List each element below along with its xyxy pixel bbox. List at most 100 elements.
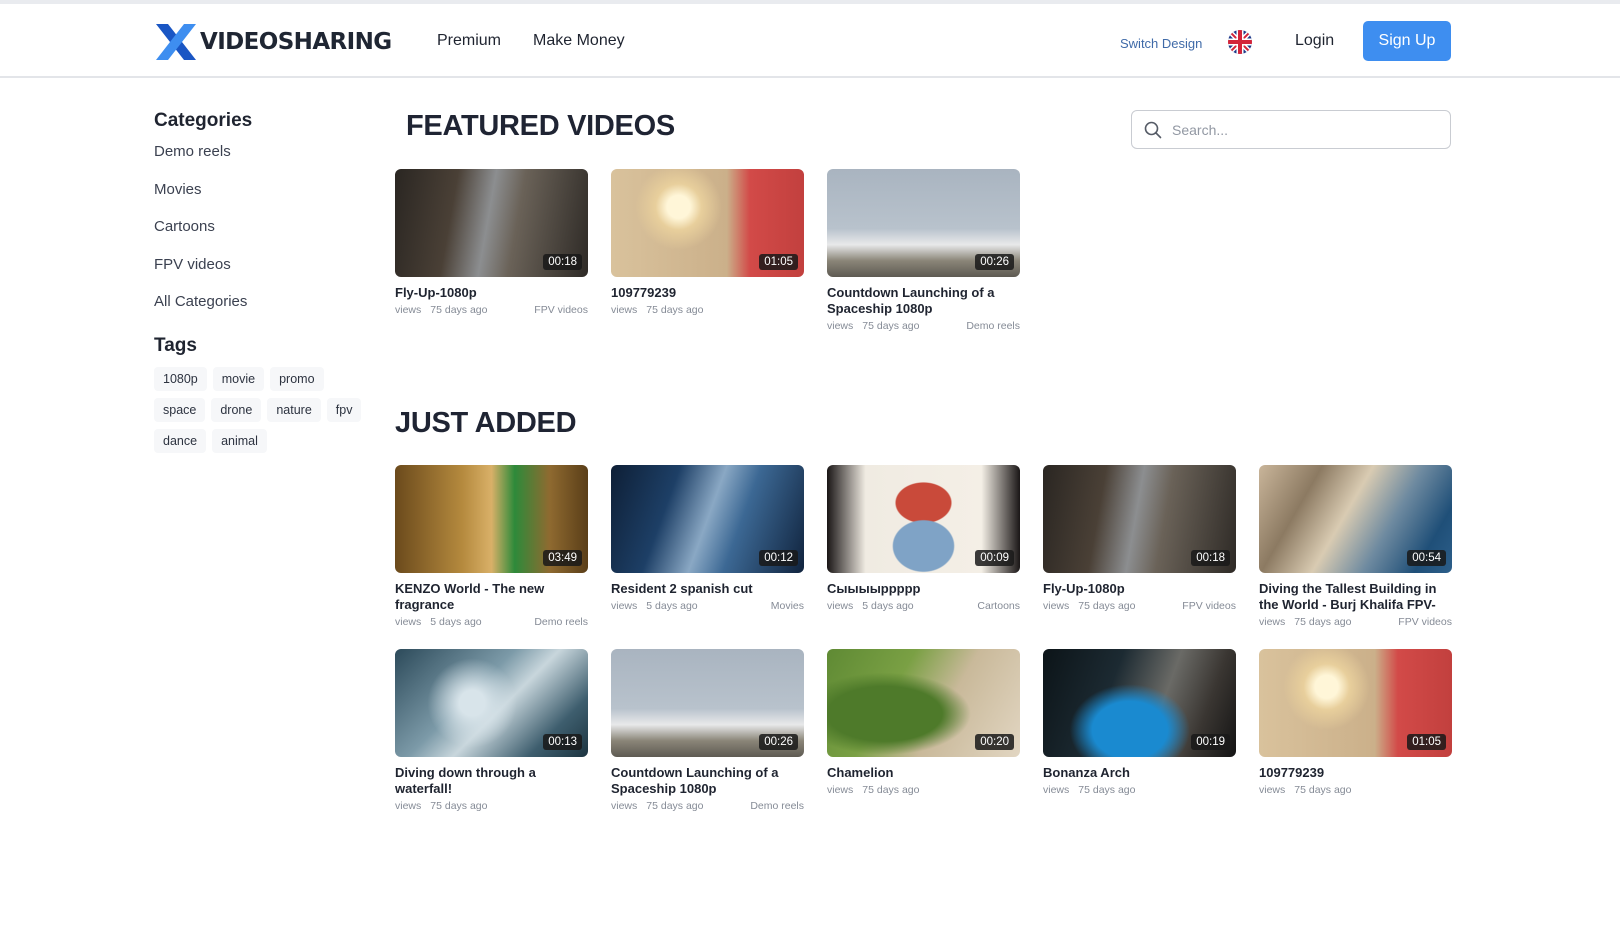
tag-item[interactable]: dance: [154, 428, 207, 453]
video-thumbnail[interactable]: 00:13: [395, 649, 588, 757]
login-link[interactable]: Login: [1295, 32, 1334, 50]
video-card[interactable]: 01:05 109779239 views 75 days ago: [1259, 649, 1452, 812]
tag-item[interactable]: promo: [270, 366, 324, 391]
video-card[interactable]: 00:09 Сыыыыррррр views 5 days ago Cartoo…: [827, 465, 1020, 628]
video-thumbnail[interactable]: 00:09: [827, 465, 1020, 573]
video-thumbnail[interactable]: 00:18: [1043, 465, 1236, 573]
video-title[interactable]: Diving down through a waterfall!: [395, 765, 588, 797]
video-card[interactable]: 00:54 Diving the Tallest Building in the…: [1259, 465, 1452, 628]
video-card[interactable]: 00:26 Countdown Launching of a Spaceship…: [827, 169, 1020, 332]
duration-badge: 03:49: [543, 550, 582, 566]
upload-age: 75 days ago: [862, 784, 920, 796]
video-meta: views 75 days ago FPV videos: [1259, 616, 1452, 628]
category-all[interactable]: All Categories: [154, 293, 374, 331]
site-logo[interactable]: VIDEOSHARING: [154, 21, 392, 63]
video-title[interactable]: Countdown Launching of a Spaceship 1080p: [611, 765, 804, 797]
upload-age: 5 days ago: [646, 600, 698, 612]
video-thumbnail[interactable]: 00:26: [827, 169, 1020, 277]
video-title[interactable]: 109779239: [1259, 765, 1452, 781]
video-card[interactable]: 00:12 Resident 2 spanish cut views 5 day…: [611, 465, 804, 628]
video-thumbnail[interactable]: 00:54: [1259, 465, 1452, 573]
video-category[interactable]: Movies: [771, 600, 804, 612]
tag-item[interactable]: space: [154, 397, 206, 422]
video-title[interactable]: Chamelion: [827, 765, 1020, 781]
video-card[interactable]: 03:49 KENZO World - The new fragrance vi…: [395, 465, 588, 628]
category-cartoons[interactable]: Cartoons: [154, 218, 374, 256]
video-meta: views 75 days ago: [827, 784, 1020, 796]
video-category[interactable]: Demo reels: [750, 800, 804, 812]
views-label: views: [827, 600, 854, 612]
tag-item[interactable]: drone: [211, 397, 262, 422]
video-card[interactable]: 00:13 Diving down through a waterfall! v…: [395, 649, 588, 812]
video-meta: views 5 days ago Cartoons: [827, 600, 1020, 612]
category-movies[interactable]: Movies: [154, 181, 374, 219]
logo-text: VIDEOSHARING: [200, 29, 392, 55]
video-card[interactable]: 00:18 Fly-Up-1080p views 75 days ago FPV…: [395, 169, 588, 332]
video-card[interactable]: 00:20 Chamelion views 75 days ago: [827, 649, 1020, 812]
main-nav: Premium Make Money: [437, 32, 625, 50]
nav-make-money[interactable]: Make Money: [533, 32, 625, 50]
video-title[interactable]: Diving the Tallest Building in the World…: [1259, 581, 1452, 613]
tag-item[interactable]: fpv: [326, 397, 362, 422]
video-thumbnail[interactable]: 00:12: [611, 465, 804, 573]
video-category[interactable]: FPV videos: [1182, 600, 1236, 612]
video-title[interactable]: Fly-Up-1080p: [1043, 581, 1236, 597]
tag-cloud: 1080p movie promo space drone nature fpv…: [154, 366, 369, 453]
views-label: views: [395, 616, 422, 628]
switch-design-link[interactable]: Switch Design: [1120, 36, 1202, 51]
video-category[interactable]: FPV videos: [534, 304, 588, 316]
video-category[interactable]: FPV videos: [1398, 616, 1452, 628]
upload-age: 75 days ago: [430, 304, 488, 316]
duration-badge: 00:19: [1191, 734, 1230, 750]
sidebar: Categories Demo reels Movies Cartoons FP…: [154, 110, 374, 453]
category-demo-reels[interactable]: Demo reels: [154, 143, 374, 181]
video-title[interactable]: 109779239: [611, 285, 804, 301]
video-category[interactable]: Demo reels: [534, 616, 588, 628]
views-label: views: [1259, 784, 1286, 796]
video-title[interactable]: Resident 2 spanish cut: [611, 581, 804, 597]
video-meta: views 75 days ago Demo reels: [827, 320, 1020, 332]
video-title[interactable]: Fly-Up-1080p: [395, 285, 588, 301]
video-thumbnail[interactable]: 00:19: [1043, 649, 1236, 757]
views-label: views: [395, 800, 422, 812]
duration-badge: 00:18: [1191, 550, 1230, 566]
video-card[interactable]: 01:05 109779239 views 75 days ago: [611, 169, 804, 332]
video-thumbnail[interactable]: 01:05: [1259, 649, 1452, 757]
tag-item[interactable]: 1080p: [154, 366, 207, 391]
video-thumbnail[interactable]: 00:20: [827, 649, 1020, 757]
category-fpv-videos[interactable]: FPV videos: [154, 256, 374, 294]
video-title[interactable]: Countdown Launching of a Spaceship 1080p: [827, 285, 1020, 317]
video-card[interactable]: 00:26 Countdown Launching of a Spaceship…: [611, 649, 804, 812]
duration-badge: 00:18: [543, 254, 582, 270]
views-label: views: [1043, 784, 1070, 796]
video-category[interactable]: Cartoons: [977, 600, 1020, 612]
just-added-grid: 03:49 KENZO World - The new fragrance vi…: [395, 465, 1452, 812]
uk-flag-icon[interactable]: [1228, 30, 1252, 54]
video-meta: views 75 days ago: [1259, 784, 1452, 796]
views-label: views: [827, 320, 854, 332]
search-box[interactable]: [1131, 110, 1451, 149]
views-label: views: [611, 600, 638, 612]
duration-badge: 00:09: [975, 550, 1014, 566]
video-card[interactable]: 00:18 Fly-Up-1080p views 75 days ago FPV…: [1043, 465, 1236, 628]
search-input[interactable]: [1172, 121, 1432, 138]
video-thumbnail[interactable]: 00:26: [611, 649, 804, 757]
video-card[interactable]: 00:19 Bonanza Arch views 75 days ago: [1043, 649, 1236, 812]
nav-premium[interactable]: Premium: [437, 32, 501, 50]
video-thumbnail[interactable]: 00:18: [395, 169, 588, 277]
video-thumbnail[interactable]: 03:49: [395, 465, 588, 573]
tag-item[interactable]: movie: [212, 366, 265, 391]
site-header: VIDEOSHARING Premium Make Money Switch D…: [0, 4, 1620, 78]
tag-item[interactable]: nature: [267, 397, 321, 422]
duration-badge: 01:05: [1407, 734, 1446, 750]
video-thumbnail[interactable]: 01:05: [611, 169, 804, 277]
video-title[interactable]: Сыыыыррррр: [827, 581, 1020, 597]
duration-badge: 00:12: [759, 550, 798, 566]
video-title[interactable]: Bonanza Arch: [1043, 765, 1236, 781]
tag-item[interactable]: animal: [212, 428, 267, 453]
duration-badge: 00:26: [975, 254, 1014, 270]
upload-age: 75 days ago: [1294, 784, 1352, 796]
signup-button[interactable]: Sign Up: [1363, 21, 1451, 61]
video-category[interactable]: Demo reels: [966, 320, 1020, 332]
video-title[interactable]: KENZO World - The new fragrance: [395, 581, 588, 613]
